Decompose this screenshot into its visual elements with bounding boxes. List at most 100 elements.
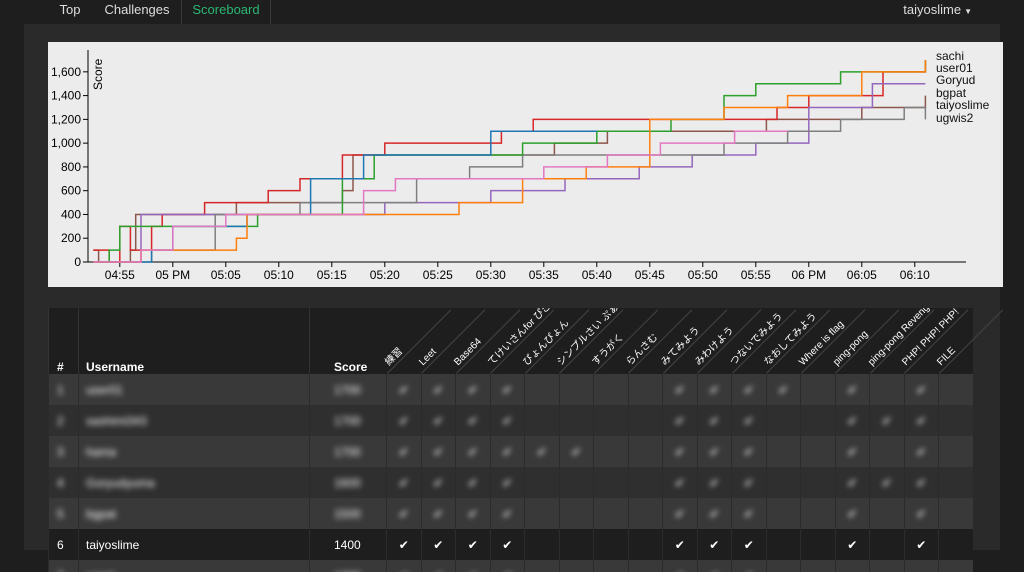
y-tick-label: 600 — [61, 184, 81, 198]
empty-cell — [593, 436, 628, 467]
empty-cell — [593, 529, 628, 560]
check-icon: ✔ — [420, 374, 456, 405]
challenge-header: みわけよう — [693, 308, 762, 374]
check-icon: ✔ — [386, 498, 421, 529]
caret-down-icon: ▼ — [964, 7, 972, 16]
x-tick-label: 05:30 — [476, 268, 506, 282]
nav-challenges-link[interactable]: Challenges — [97, 0, 177, 24]
x-tick-label: 06 PM — [791, 268, 826, 282]
y-tick-label: 0 — [74, 255, 81, 269]
empty-cell — [627, 467, 663, 498]
empty-cell — [869, 374, 904, 405]
challenge-header: てけいさんfor ぴぎなーず — [486, 308, 575, 374]
check-icon: ✔ — [731, 467, 766, 498]
check-icon: ✔ — [386, 405, 421, 436]
check-icon: ✔ — [869, 467, 904, 498]
check-icon: ✔ — [489, 498, 525, 529]
check-icon: ✔ — [386, 560, 421, 572]
empty-cell — [558, 405, 594, 436]
check-icon: ✔ — [386, 374, 421, 405]
y-tick-label: 1,600 — [51, 65, 81, 79]
check-icon: ✔ — [420, 467, 456, 498]
empty-cell — [869, 529, 904, 560]
rank-cell: 3 — [48, 436, 79, 467]
challenge-header: Base64 — [452, 308, 520, 374]
empty-cell — [558, 560, 594, 572]
user-menu[interactable]: taiyoslime ▼ — [903, 0, 972, 20]
nav-top-link[interactable]: Top — [50, 0, 90, 24]
check-icon: ✔ — [455, 498, 490, 529]
empty-cell — [558, 374, 594, 405]
check-icon: ✔ — [696, 498, 732, 529]
nav-scoreboard-tab[interactable]: Scoreboard — [181, 0, 271, 24]
challenge-label: らんさむ — [624, 331, 661, 368]
empty-cell — [593, 467, 628, 498]
x-tick-label: 06:10 — [900, 268, 930, 282]
score-chart: 0 200 400 600 800 1,000 1,200 1,400 1,600 04:55 05… — [48, 42, 1003, 287]
score-cell: 1200 — [309, 560, 387, 572]
check-icon: ✔ — [558, 436, 594, 467]
challenge-header: シンプルさい ぷぁー — [555, 308, 628, 374]
check-icon: ✔ — [765, 374, 801, 405]
challenge-header: つないでみよう — [728, 308, 796, 374]
empty-cell — [869, 560, 904, 572]
empty-cell — [765, 529, 801, 560]
check-icon: ✔ — [420, 498, 456, 529]
check-icon: ✔ — [903, 529, 939, 560]
y-tick-label: 1,200 — [51, 112, 81, 126]
y-tick-label: 1,000 — [51, 136, 81, 150]
empty-cell — [800, 498, 835, 529]
challenge-label: FILE — [934, 345, 958, 368]
legend-label: ugwis2 — [936, 111, 974, 125]
check-icon: ✔ — [420, 560, 456, 572]
series-line-bgpat — [93, 82, 926, 263]
empty-cell — [627, 498, 663, 529]
empty-cell — [524, 467, 559, 498]
score-cell: 1500 — [309, 498, 387, 529]
empty-cell — [558, 498, 594, 529]
series-line-Goryud — [93, 59, 927, 263]
rank-cell: 2 — [48, 405, 79, 436]
challenge-label: Base64 — [451, 336, 484, 368]
challenge-header: ping-pong — [831, 308, 900, 374]
empty-cell — [869, 498, 904, 529]
check-icon: ✔ — [455, 560, 490, 572]
empty-cell — [869, 436, 904, 467]
scoreboard-row: 3 hama 1700 ✔ ✔ ✔ ✔ ✔ ✔ ✔ ✔ ✔ ✔ ✔ — [48, 436, 973, 467]
check-icon: ✔ — [903, 436, 939, 467]
x-tick-label: 05:05 — [211, 268, 241, 282]
check-icon: ✔ — [834, 529, 870, 560]
empty-cell — [558, 467, 594, 498]
y-axis-label: Score — [91, 58, 105, 90]
username-cell: hama — [78, 436, 310, 467]
empty-cell — [593, 374, 628, 405]
check-icon: ✔ — [455, 405, 490, 436]
challenge-header: みてみよう — [659, 308, 727, 374]
check-icon: ✔ — [386, 529, 421, 560]
empty-cell — [524, 560, 559, 572]
series-line-hama — [93, 130, 597, 263]
empty-cell — [938, 529, 973, 560]
username-cell: ugwis — [78, 560, 310, 572]
empty-cell — [800, 467, 835, 498]
check-icon: ✔ — [696, 374, 732, 405]
challenge-divider — [938, 309, 1003, 374]
empty-cell — [593, 560, 628, 572]
check-icon: ✔ — [834, 498, 870, 529]
check-icon: ✔ — [731, 529, 766, 560]
x-tick-label: 05:50 — [688, 268, 718, 282]
scoreboard: # Username Score 練習 Leet Base64 てけいさんfor ぴぎなーず… — [48, 308, 1003, 572]
x-tick-label: 05 PM — [155, 268, 190, 282]
series-line-user01 — [93, 59, 927, 263]
empty-cell — [938, 436, 973, 467]
empty-cell — [765, 467, 801, 498]
empty-cell — [765, 405, 801, 436]
empty-cell — [593, 498, 628, 529]
empty-cell — [800, 405, 835, 436]
check-icon: ✔ — [489, 405, 525, 436]
challenge-header: ぴょんぴょん — [521, 308, 589, 374]
x-tick-label: 05:45 — [635, 268, 665, 282]
scoreboard-row: 1 user01 1700 ✔ ✔ ✔ ✔ ✔ ✔ ✔ ✔ ✔ ✔ — [48, 374, 973, 405]
empty-cell — [627, 405, 663, 436]
empty-cell — [524, 374, 559, 405]
